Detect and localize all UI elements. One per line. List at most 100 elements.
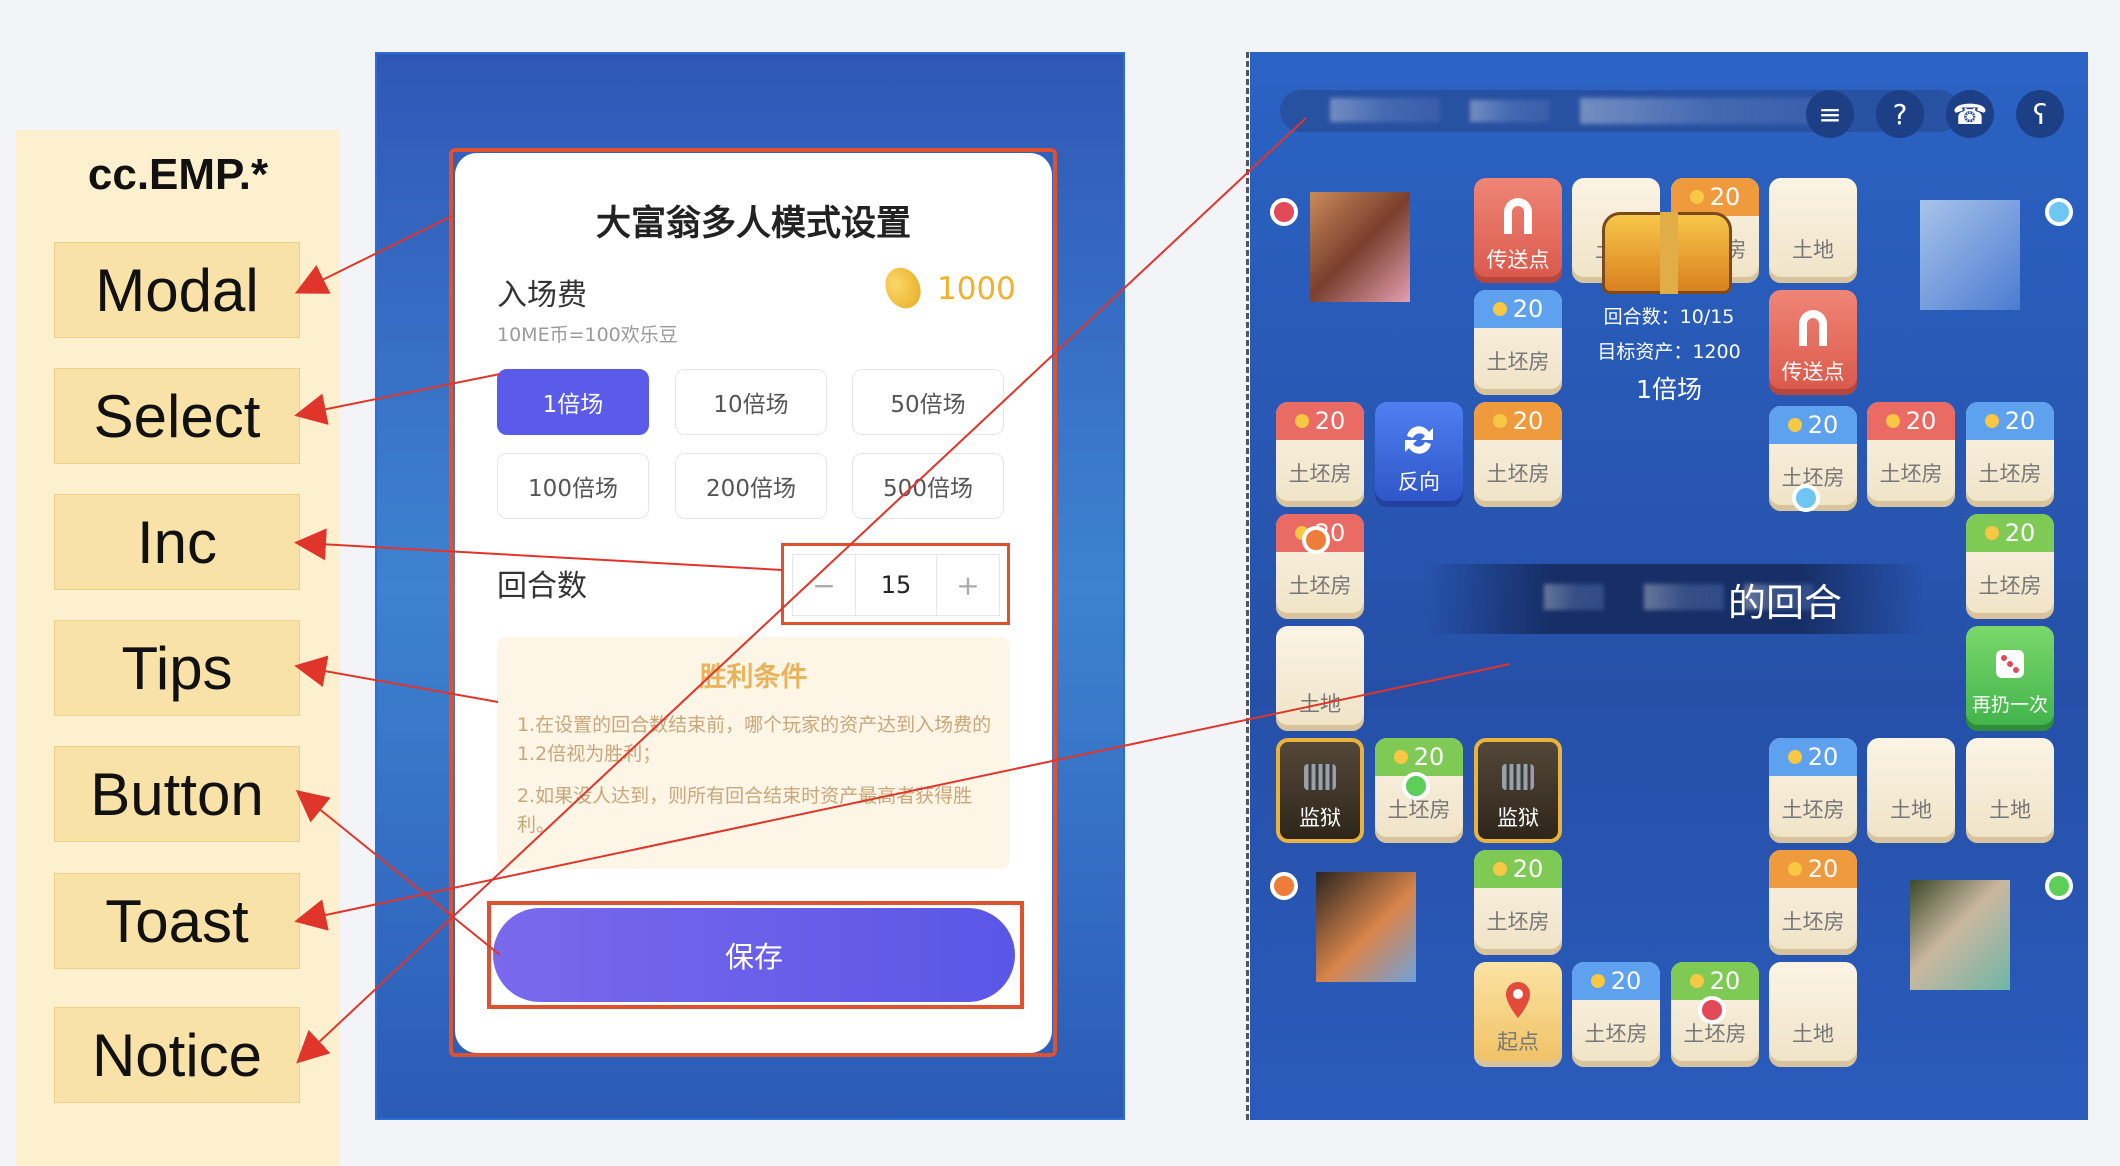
- rounds-stepper: − 15 +: [781, 543, 1010, 625]
- tile-price: 20: [1769, 738, 1857, 776]
- tile-label: 土坯房: [1781, 910, 1845, 934]
- tile-house: 20 土坯房: [1966, 514, 2054, 619]
- label-button: Button: [54, 746, 300, 842]
- tile-house: 20 土坯房: [1474, 290, 1562, 395]
- location-pin-icon: [1506, 982, 1530, 1018]
- tile-price: 20: [1867, 402, 1955, 440]
- option-10x[interactable]: 10倍场: [675, 369, 827, 435]
- tile-price: 20: [1474, 850, 1562, 888]
- round-count: 回合数：10/15: [1603, 306, 1735, 328]
- save-button[interactable]: 保存: [493, 908, 1015, 1002]
- tile-price: 20: [1572, 962, 1660, 1000]
- chest-band: [1660, 212, 1678, 294]
- toast-text: 的回合: [1728, 581, 1843, 625]
- player-token: [1270, 198, 1298, 226]
- player-avatar: [1316, 872, 1416, 982]
- decrement-button[interactable]: −: [793, 555, 855, 615]
- tile-label: 传送点: [1486, 248, 1550, 272]
- tile-start: 起点: [1474, 962, 1562, 1067]
- tile-label: 土坯房: [1781, 798, 1845, 822]
- tile-label: 再扔一次: [1971, 694, 2048, 716]
- option-500x[interactable]: 500倍场: [852, 453, 1004, 519]
- tile-label: 土地: [1792, 1022, 1834, 1046]
- victory-tips: 胜利条件 1.在设置的回合数结束前，哪个玩家的资产达到入场费的1.2倍视为胜利；…: [497, 637, 1010, 869]
- tile-house: 20 土坯房: [1769, 738, 1857, 843]
- tile-land: 土地: [1867, 738, 1955, 843]
- player-token: [1402, 772, 1430, 800]
- tile-price: 20: [1671, 178, 1759, 216]
- rounds-value[interactable]: 15: [855, 555, 937, 615]
- tile-price: 20: [1769, 406, 1857, 444]
- tile-price: 20: [1671, 962, 1759, 1000]
- legend-title: cc.EMP.*: [87, 150, 269, 199]
- rounds-label: 回合数: [497, 569, 587, 604]
- option-1x[interactable]: 1倍场: [497, 369, 649, 435]
- tip-line: 2.如果没人达到，则所有回合结束时资产最高者获得胜利。: [517, 785, 973, 836]
- player-token: [1792, 484, 1820, 512]
- tile-label: 土坯房: [1486, 350, 1550, 374]
- tile-price: 20: [1474, 290, 1562, 328]
- bear-icon[interactable]: ʕ: [2016, 90, 2064, 138]
- label-modal: Modal: [54, 242, 300, 338]
- tile-price: 20: [1966, 402, 2054, 440]
- tile-jail: 监狱: [1474, 738, 1562, 843]
- game-board: ≡ ? ☎ ʕ 传送点 土地 20 土坯房 土地 20 土坯房 传送点 回合数：10…: [1250, 52, 2088, 1120]
- label-notice: Notice: [54, 1007, 300, 1103]
- player-token: [2045, 198, 2073, 226]
- label-tips: Tips: [54, 620, 300, 716]
- round-info: 回合数：10/15 目标资产：1200 1倍场: [1582, 292, 1756, 418]
- tile-price: 20: [1276, 402, 1364, 440]
- magnet-icon: [1504, 198, 1532, 234]
- tile-label: 土坯房: [1288, 462, 1352, 486]
- tile-house: 20 土坯房: [1474, 402, 1562, 507]
- increment-button[interactable]: +: [937, 555, 999, 615]
- tile-house: 20 土坯房: [1966, 402, 2054, 507]
- tile-label: 土地: [1890, 798, 1932, 822]
- jail-icon: [1304, 764, 1336, 790]
- menu-icon[interactable]: ≡: [1806, 90, 1854, 138]
- tile-land: 土地: [1276, 626, 1364, 731]
- coin-icon: [878, 261, 928, 315]
- option-200x[interactable]: 200倍场: [675, 453, 827, 519]
- tile-house: 20 土坯房: [1572, 962, 1660, 1067]
- tile-label: 土坯房: [1879, 462, 1943, 486]
- tile-land: 土地: [1769, 178, 1857, 283]
- tile-price: 20: [1966, 514, 2054, 552]
- entry-fee-label: 入场费: [497, 278, 587, 313]
- tile-label: 土坯房: [1584, 1022, 1648, 1046]
- help-icon[interactable]: ?: [1876, 90, 1924, 138]
- tile-jail: 监狱: [1276, 738, 1364, 843]
- divider: [1246, 52, 1249, 1120]
- game-mode: 1倍场: [1636, 375, 1702, 404]
- dice-icon: [1996, 650, 2024, 678]
- tile-label: 传送点: [1781, 360, 1845, 384]
- tile-label: 反向: [1398, 470, 1440, 494]
- tile-label: 监狱: [1497, 806, 1539, 830]
- reverse-icon: [1405, 426, 1433, 454]
- tile-price: 20: [1474, 402, 1562, 440]
- tile-label: 起点: [1497, 1030, 1539, 1054]
- tip-line: 1.在设置的回合数结束前，哪个玩家的资产达到入场费的1.2倍视为胜利；: [517, 714, 992, 765]
- tile-label: 监狱: [1299, 806, 1341, 830]
- player-avatar: [1920, 200, 2020, 310]
- jail-icon: [1502, 764, 1534, 790]
- tile-house: 20 土坯房: [1769, 850, 1857, 955]
- annotation-legend: cc.EMP.* Modal Select Inc Tips Button To…: [16, 130, 340, 1166]
- tile-house: 20 土坯房: [1867, 402, 1955, 507]
- option-50x[interactable]: 50倍场: [852, 369, 1004, 435]
- player-avatar: [1310, 192, 1410, 302]
- target-assets: 目标资产：1200: [1597, 341, 1741, 363]
- label-select: Select: [54, 368, 300, 464]
- tile-reverse: 反向: [1375, 402, 1463, 507]
- toast: [1424, 564, 1924, 634]
- tile-label: 土地: [1989, 798, 2031, 822]
- tile-land: 土地: [1769, 962, 1857, 1067]
- tile-house: 20 土坯房: [1276, 402, 1364, 507]
- player-token: [1270, 872, 1298, 900]
- settings-modal: 大富翁多人模式设置 入场费 10ME币=100欢乐豆 1000 1倍场 10倍场…: [455, 153, 1052, 1053]
- tile-teleport: 传送点: [1769, 290, 1857, 395]
- player-token: [1698, 996, 1726, 1024]
- option-100x[interactable]: 100倍场: [497, 453, 649, 519]
- tile-label: 土坯房: [1486, 462, 1550, 486]
- phone-icon[interactable]: ☎: [1946, 90, 1994, 138]
